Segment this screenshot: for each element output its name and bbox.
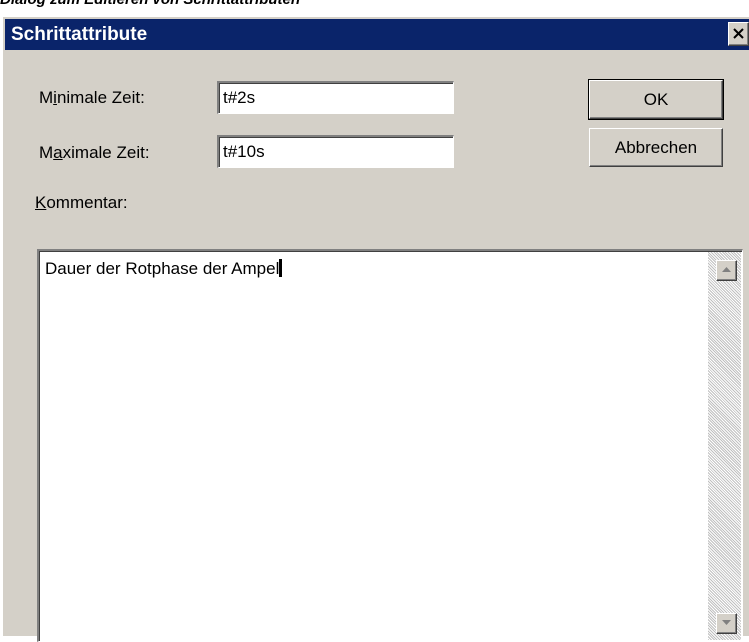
comment-textarea[interactable]: Dauer der Rotphase der Ampel: [37, 249, 743, 642]
min-time-label: Minimale Zeit:: [39, 88, 145, 107]
arrow-down-icon: [722, 620, 731, 625]
schrittattribute-dialog: Schrittattribute Minimale Zeit: t#2s Max…: [2, 16, 749, 642]
comment-label: Kommentar:: [35, 193, 128, 212]
vertical-scrollbar[interactable]: [708, 252, 741, 640]
max-time-input[interactable]: t#10s: [217, 135, 454, 168]
ok-button[interactable]: OK: [588, 79, 724, 120]
max-time-label: Maximale Zeit:: [39, 143, 150, 162]
close-icon: [733, 28, 744, 39]
close-button[interactable]: [728, 22, 749, 46]
text-caret: [279, 259, 283, 277]
arrow-up-icon: [722, 267, 731, 272]
scroll-down-button[interactable]: [716, 613, 737, 634]
figure-caption: Dialog zum Editieren von Schrittattribut…: [0, 0, 749, 9]
window-title: Schrittattribute: [11, 24, 148, 45]
scroll-up-button[interactable]: [716, 260, 737, 281]
title-bar[interactable]: Schrittattribute: [5, 19, 749, 50]
min-time-input[interactable]: t#2s: [217, 81, 454, 114]
cancel-button[interactable]: Abbrechen: [589, 128, 723, 167]
comment-text: Dauer der Rotphase der Ampel: [45, 259, 283, 279]
